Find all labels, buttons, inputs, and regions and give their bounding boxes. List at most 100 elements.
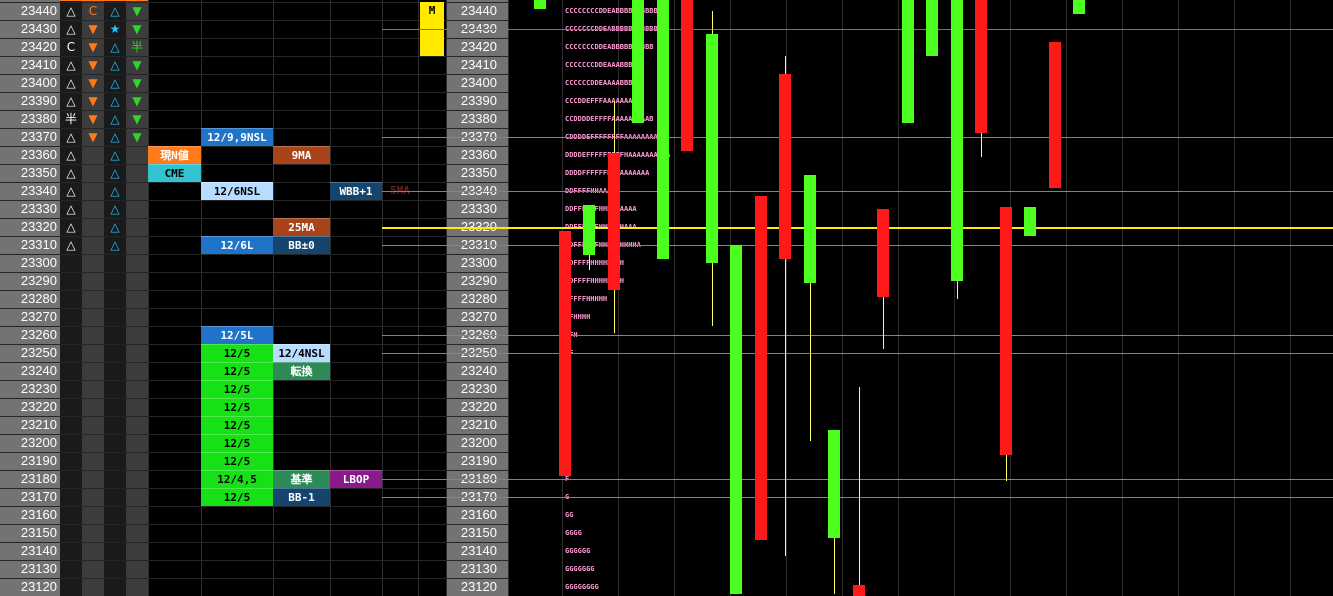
level-label[interactable]: 12/6NSL: [201, 182, 273, 200]
level-label[interactable]: 12/5: [201, 362, 273, 380]
price-label-left[interactable]: 23390: [0, 92, 60, 110]
level-label[interactable]: WBB+1: [330, 182, 382, 200]
price-label-left[interactable]: 23440: [0, 2, 60, 20]
level-label[interactable]: 12/5: [201, 344, 273, 362]
price-label-left[interactable]: 23230: [0, 380, 60, 398]
price-label-left[interactable]: 23150: [0, 524, 60, 542]
price-label-right[interactable]: 23130: [446, 560, 500, 578]
price-label-right[interactable]: 23290: [446, 272, 500, 290]
price-label-right[interactable]: 23150: [446, 524, 500, 542]
price-label-right[interactable]: 23300: [446, 254, 500, 272]
level-label[interactable]: CME: [148, 164, 201, 182]
candle-up[interactable]: [828, 430, 840, 538]
level-label[interactable]: 12/5: [201, 434, 273, 452]
price-label-left[interactable]: 23120: [0, 578, 60, 596]
candle-up[interactable]: [804, 175, 816, 283]
candle-up[interactable]: [730, 245, 742, 594]
level-label[interactable]: 12/5: [201, 488, 273, 506]
price-label-left[interactable]: 23250: [0, 344, 60, 362]
level-label[interactable]: BB±0: [273, 236, 330, 254]
price-label-right[interactable]: 23380: [446, 110, 500, 128]
level-label[interactable]: 12/4,5: [201, 470, 273, 488]
price-label-left[interactable]: 23410: [0, 56, 60, 74]
price-label-right[interactable]: 23270: [446, 308, 500, 326]
level-label[interactable]: LBOP: [330, 470, 382, 488]
price-label-right[interactable]: 23280: [446, 290, 500, 308]
price-label-left[interactable]: 23240: [0, 362, 60, 380]
candle-up[interactable]: [902, 0, 914, 123]
price-label-left[interactable]: 23430: [0, 20, 60, 38]
price-label-right[interactable]: 23360: [446, 146, 500, 164]
price-label-left[interactable]: 23300: [0, 254, 60, 272]
level-label[interactable]: 12/6L: [201, 236, 273, 254]
price-label-left[interactable]: 23340: [0, 182, 60, 200]
price-label-right[interactable]: 23190: [446, 452, 500, 470]
candle-up[interactable]: [1073, 0, 1085, 14]
price-label-right[interactable]: 23210: [446, 416, 500, 434]
price-label-right[interactable]: 23390: [446, 92, 500, 110]
candle-down[interactable]: [681, 0, 693, 151]
level-label[interactable]: 12/5: [201, 380, 273, 398]
candle-up[interactable]: [657, 0, 669, 259]
candle-up[interactable]: [534, 0, 546, 9]
price-label-right[interactable]: 23200: [446, 434, 500, 452]
candle-down[interactable]: [853, 585, 865, 596]
candle-down[interactable]: [559, 231, 571, 476]
candle-up[interactable]: [1024, 207, 1036, 236]
price-label-right[interactable]: 23140: [446, 542, 500, 560]
price-label-right[interactable]: 23410: [446, 56, 500, 74]
price-label-right[interactable]: 23330: [446, 200, 500, 218]
level-label[interactable]: 基準: [273, 470, 330, 488]
price-label-right[interactable]: 23440: [446, 2, 500, 20]
price-label-left[interactable]: 23270: [0, 308, 60, 326]
price-label-left[interactable]: 23350: [0, 164, 60, 182]
level-label[interactable]: 12/4NSL: [273, 344, 330, 362]
candle-down[interactable]: [1049, 42, 1061, 188]
candle-down[interactable]: [975, 0, 987, 133]
candle-up[interactable]: [632, 0, 644, 123]
price-label-left[interactable]: 23310: [0, 236, 60, 254]
price-label-left[interactable]: 23400: [0, 74, 60, 92]
price-label-right[interactable]: 23350: [446, 164, 500, 182]
price-label-left[interactable]: 23140: [0, 542, 60, 560]
price-label-left[interactable]: 23180: [0, 470, 60, 488]
level-label[interactable]: 12/5: [201, 416, 273, 434]
price-label-left[interactable]: 23260: [0, 326, 60, 344]
price-label-left[interactable]: 23190: [0, 452, 60, 470]
level-label[interactable]: BB-1: [273, 488, 330, 506]
price-label-left[interactable]: 23320: [0, 218, 60, 236]
candle-down[interactable]: [877, 209, 889, 297]
candle-up[interactable]: [706, 34, 718, 263]
price-label-left[interactable]: 23280: [0, 290, 60, 308]
level-label[interactable]: 25MA: [273, 218, 330, 236]
market-marker[interactable]: M: [420, 2, 444, 20]
level-label[interactable]: 9MA: [273, 146, 330, 164]
price-label-right[interactable]: 23400: [446, 74, 500, 92]
price-label-left[interactable]: 23370: [0, 128, 60, 146]
price-label-left[interactable]: 23360: [0, 146, 60, 164]
price-label-left[interactable]: 23130: [0, 560, 60, 578]
candle-up[interactable]: [926, 0, 938, 56]
level-label[interactable]: 転換: [273, 362, 330, 380]
candle-up[interactable]: [951, 0, 963, 281]
price-label-right[interactable]: 23420: [446, 38, 500, 56]
price-label-left[interactable]: 23290: [0, 272, 60, 290]
candle-down[interactable]: [779, 74, 791, 259]
price-label-left[interactable]: 23220: [0, 398, 60, 416]
level-label[interactable]: 現N値: [148, 146, 201, 164]
price-label-right[interactable]: 23160: [446, 506, 500, 524]
price-label-left[interactable]: 23330: [0, 200, 60, 218]
candle-down[interactable]: [608, 153, 620, 290]
price-label-right[interactable]: 23240: [446, 362, 500, 380]
market-marker-block[interactable]: [420, 20, 444, 56]
candle-down[interactable]: [755, 196, 767, 540]
level-label[interactable]: 12/5L: [201, 326, 273, 344]
price-label-left[interactable]: 23380: [0, 110, 60, 128]
price-label-left[interactable]: 23170: [0, 488, 60, 506]
price-label-right[interactable]: 23230: [446, 380, 500, 398]
candle-down[interactable]: [1000, 207, 1012, 455]
price-label-right[interactable]: 23120: [446, 578, 500, 596]
price-label-left[interactable]: 23420: [0, 38, 60, 56]
price-label-left[interactable]: 23210: [0, 416, 60, 434]
level-label[interactable]: 12/5: [201, 398, 273, 416]
